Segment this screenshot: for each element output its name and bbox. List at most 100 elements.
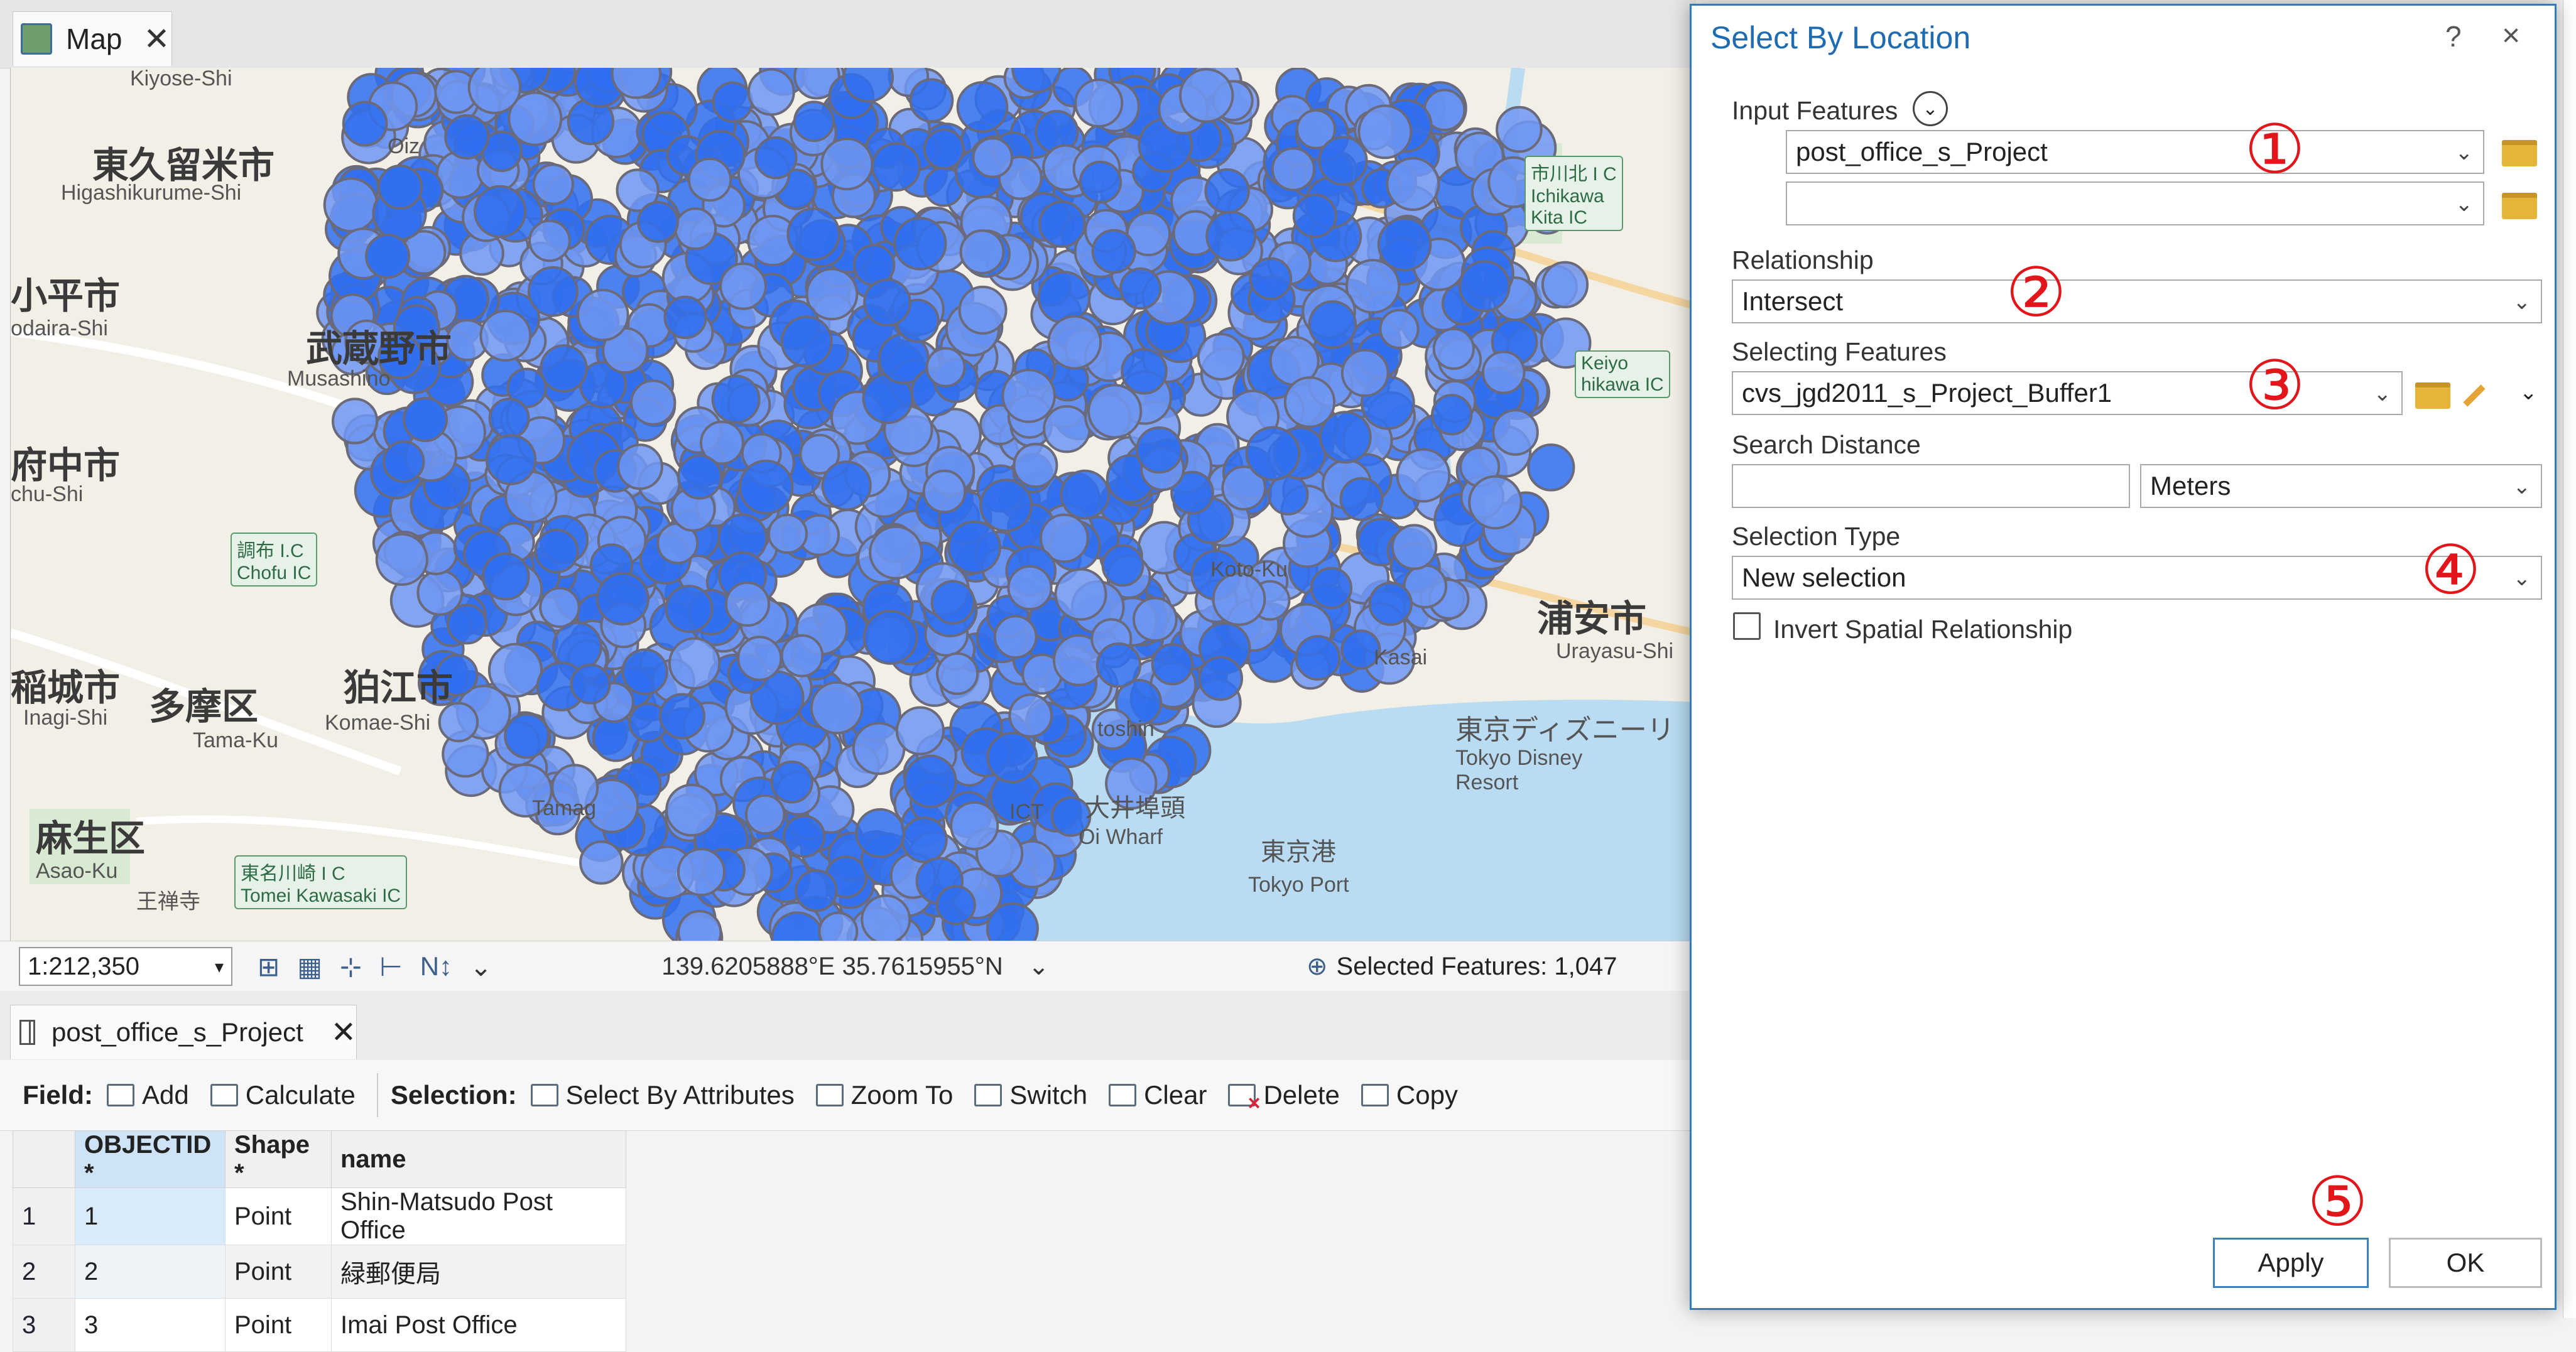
close-icon[interactable]: ✕ <box>331 1015 356 1050</box>
post-office-point[interactable] <box>724 581 771 627</box>
add-field-button[interactable]: Add <box>107 1080 189 1110</box>
post-office-point[interactable] <box>1037 271 1091 325</box>
post-office-point[interactable] <box>1179 68 1234 123</box>
column-header-name[interactable]: name <box>331 1130 626 1188</box>
post-office-point[interactable] <box>1197 333 1245 381</box>
post-office-point[interactable] <box>1459 260 1511 313</box>
chevron-down-icon[interactable]: ⌄ <box>470 951 492 982</box>
post-office-point[interactable] <box>659 693 705 740</box>
post-office-point[interactable] <box>1541 261 1589 308</box>
search-distance-unit-dropdown[interactable]: Meters ⌄ <box>2140 464 2542 508</box>
help-icon[interactable]: ? <box>2445 19 2462 53</box>
post-office-point[interactable] <box>488 397 530 440</box>
constraint-icon[interactable]: ⊢ <box>379 951 403 982</box>
post-office-point[interactable] <box>1391 524 1438 570</box>
cell-shape[interactable]: Point <box>225 1298 332 1352</box>
ok-button[interactable]: OK <box>2389 1238 2542 1288</box>
row-number[interactable]: 1 <box>13 1187 75 1245</box>
post-office-point[interactable] <box>332 397 379 445</box>
expand-icon[interactable]: ⌄ <box>1913 91 1948 126</box>
post-office-point[interactable] <box>1339 477 1384 521</box>
post-office-point[interactable] <box>403 397 448 442</box>
post-office-point[interactable] <box>1431 394 1473 436</box>
post-office-point[interactable] <box>1047 315 1102 370</box>
post-office-point[interactable] <box>767 513 808 554</box>
folder-icon[interactable] <box>2415 382 2450 409</box>
post-office-point[interactable] <box>972 137 1013 178</box>
post-office-point[interactable] <box>1308 300 1357 349</box>
post-office-point[interactable] <box>923 128 965 170</box>
post-office-point[interactable] <box>738 459 794 515</box>
post-office-point[interactable] <box>532 163 574 205</box>
post-office-point[interactable] <box>795 869 838 912</box>
cell-objectid[interactable]: 2 <box>75 1245 226 1299</box>
post-office-point[interactable] <box>1079 160 1122 204</box>
post-office-point[interactable] <box>893 217 947 271</box>
invert-checkbox[interactable] <box>1733 612 1761 640</box>
tab-map[interactable]: Map ✕ <box>13 11 172 66</box>
post-office-point[interactable] <box>1340 349 1389 397</box>
post-office-point[interactable] <box>382 440 425 483</box>
post-office-point[interactable] <box>719 262 767 310</box>
post-office-point[interactable] <box>909 78 954 123</box>
clear-selection-button[interactable]: Clear <box>1109 1080 1207 1110</box>
post-office-point[interactable] <box>1133 597 1178 642</box>
post-office-point[interactable] <box>323 177 379 233</box>
post-office-point[interactable] <box>780 315 833 368</box>
post-office-point[interactable] <box>956 81 1009 133</box>
post-office-point[interactable] <box>770 760 813 804</box>
post-office-point[interactable] <box>1013 443 1058 489</box>
post-office-point[interactable] <box>1386 157 1440 211</box>
post-office-point[interactable] <box>687 157 732 202</box>
post-office-point[interactable] <box>528 219 571 262</box>
post-office-point[interactable] <box>925 347 966 387</box>
post-office-point[interactable] <box>540 344 588 393</box>
post-office-point[interactable] <box>534 529 579 573</box>
post-office-point[interactable] <box>861 894 911 941</box>
post-office-point[interactable] <box>621 648 668 695</box>
post-office-point[interactable] <box>665 783 719 837</box>
post-office-point[interactable] <box>444 114 490 160</box>
post-office-point[interactable] <box>986 902 1039 941</box>
post-office-point[interactable] <box>711 374 761 424</box>
selected-features[interactable]: ⊕ Selected Features: 1,047 <box>1307 952 1617 981</box>
coordinate-readout[interactable]: 139.6205888°E 35.7615955°N ⌄ <box>661 952 1049 981</box>
post-office-point[interactable] <box>745 794 786 835</box>
post-office-point[interactable] <box>786 207 840 261</box>
post-office-point[interactable] <box>922 469 967 514</box>
post-office-point[interactable] <box>930 580 976 625</box>
delete-selection-button[interactable]: Delete <box>1228 1080 1340 1116</box>
post-office-point[interactable] <box>1396 448 1451 503</box>
post-office-point[interactable] <box>1038 200 1086 248</box>
attribute-table[interactable]: OBJECTID * Shape * name 1 1 Point Shin-M… <box>13 1130 626 1352</box>
post-office-point[interactable] <box>504 713 550 759</box>
tab-attribute-table[interactable]: post_office_s_Project ✕ <box>10 1005 357 1059</box>
post-office-point[interactable] <box>986 732 1038 784</box>
search-distance-input[interactable] <box>1732 464 2130 508</box>
post-office-point[interactable] <box>1527 443 1575 492</box>
snap-icon[interactable]: ⊹ <box>340 951 362 982</box>
zoom-to-button[interactable]: Zoom To <box>815 1080 953 1110</box>
post-office-point[interactable] <box>630 379 677 426</box>
post-office-point[interactable] <box>375 533 428 587</box>
post-office-point[interactable] <box>1198 656 1243 701</box>
post-office-point[interactable] <box>1074 78 1124 128</box>
cell-objectid[interactable]: 1 <box>75 1187 226 1245</box>
folder-icon[interactable] <box>2502 140 2537 166</box>
cell-name[interactable]: Imai Post Office <box>331 1298 626 1352</box>
cell-shape[interactable]: Point <box>225 1187 332 1245</box>
post-office-point[interactable] <box>793 100 835 143</box>
post-office-point[interactable] <box>871 142 921 192</box>
post-office-point[interactable] <box>1091 229 1136 274</box>
post-office-point[interactable] <box>737 635 783 681</box>
folder-icon[interactable] <box>2502 193 2537 219</box>
table-row[interactable]: 1 1 Point Shin-Matsudo Post Office <box>13 1187 626 1245</box>
post-office-point[interactable] <box>895 706 945 755</box>
post-office-point[interactable] <box>782 814 826 858</box>
post-office-point[interactable] <box>820 138 874 191</box>
cell-name[interactable]: Shin-Matsudo Post Office <box>331 1187 626 1245</box>
post-office-point[interactable] <box>950 801 999 851</box>
row-number[interactable]: 3 <box>13 1298 75 1352</box>
post-office-point[interactable] <box>1295 635 1341 681</box>
post-office-point[interactable] <box>1310 566 1352 610</box>
